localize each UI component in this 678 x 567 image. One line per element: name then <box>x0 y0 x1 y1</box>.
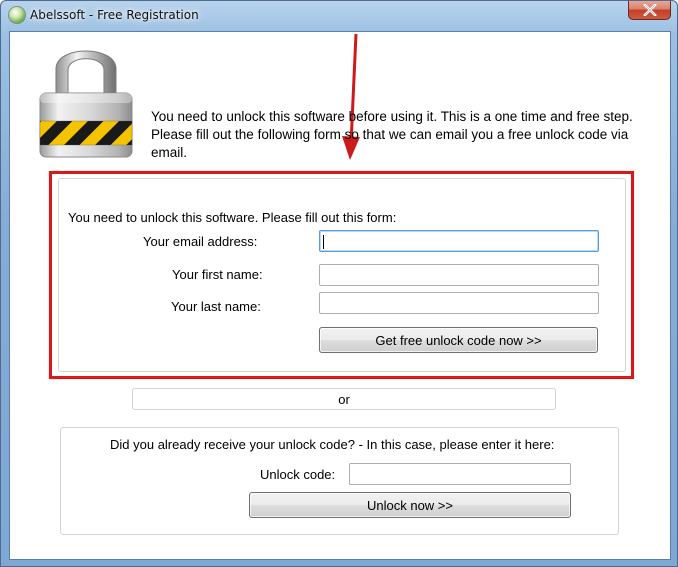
window-title: Abelssoft - Free Registration <box>30 8 199 22</box>
unlock-now-button[interactable]: Unlock now >> <box>249 492 571 518</box>
unlock-code-label: Unlock code: <box>260 467 336 482</box>
email-label: Your email address: <box>143 234 258 249</box>
form-heading: You need to unlock this software. Please… <box>68 210 397 225</box>
unlock-heading: Did you already receive your unlock code… <box>110 437 555 452</box>
title-bar[interactable]: Abelssoft - Free Registration <box>1 1 677 31</box>
email-field[interactable] <box>319 230 599 252</box>
get-unlock-code-button[interactable]: Get free unlock code now >> <box>319 327 598 353</box>
last-name-field[interactable] <box>319 292 599 314</box>
dialog-client-area: You need to unlock this software before … <box>9 31 671 560</box>
or-separator: or <box>132 388 556 410</box>
close-button[interactable] <box>628 1 671 20</box>
first-name-field[interactable] <box>319 264 599 286</box>
close-icon <box>642 4 657 16</box>
intro-text: You need to unlock this software before … <box>151 109 633 160</box>
padlock-icon <box>39 50 133 158</box>
or-text: or <box>338 391 350 407</box>
app-orb-icon[interactable] <box>9 7 25 23</box>
unlock-code-field[interactable] <box>349 463 571 485</box>
text-caret <box>323 235 324 249</box>
last-name-label: Your last name: <box>171 299 261 314</box>
first-name-label: Your first name: <box>172 267 263 282</box>
window-frame: Abelssoft - Free Registration You need t… <box>0 0 678 567</box>
